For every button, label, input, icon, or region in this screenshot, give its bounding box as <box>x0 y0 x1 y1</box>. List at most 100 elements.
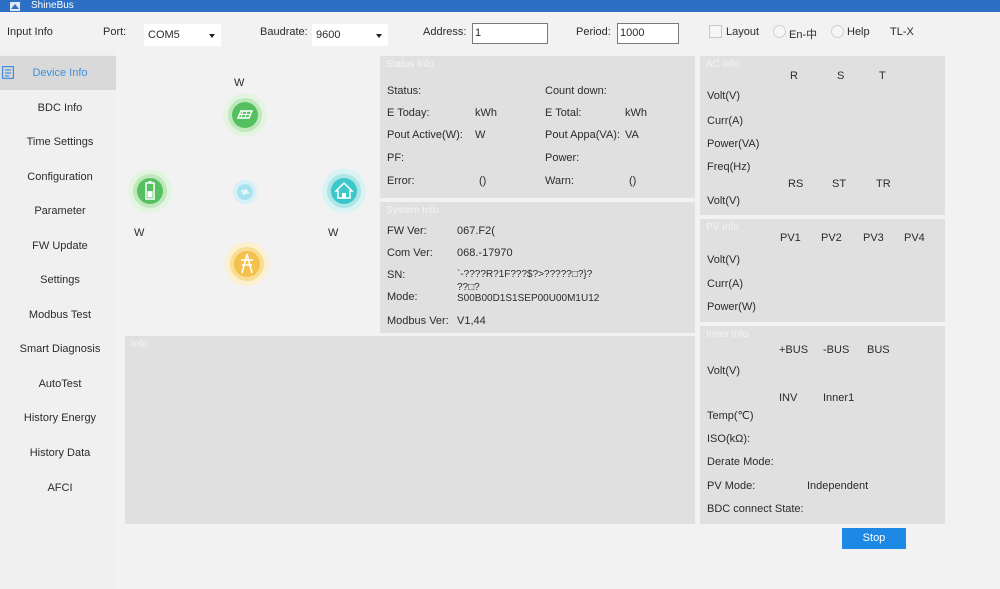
chevron-down-icon <box>376 34 382 38</box>
baudrate-value: 9600 <box>316 29 341 41</box>
inner-iso-label: ISO(kΩ): <box>707 433 751 445</box>
inner-col-pbus: +BUS <box>779 344 809 356</box>
input-info-bar: Input Info Port: COM5 Baudrate: 9600 Add… <box>0 12 1000 51</box>
pv-curr-label: Curr(A) <box>707 278 744 290</box>
error-label: Error: <box>387 175 415 187</box>
load-power-unit: W <box>328 227 339 239</box>
com-ver-value: 068.-17970 <box>457 247 513 259</box>
modbus-ver-value: V1,44 <box>457 315 486 327</box>
ac-col-t: T <box>879 70 886 82</box>
pv-volt-label: Volt(V) <box>707 254 741 266</box>
status-info-panel: Status Info Status: Count down: E Today:… <box>380 56 695 198</box>
sidebar-item-label: Settings <box>40 274 80 286</box>
inverter-icon <box>233 180 257 204</box>
ac-info-panel: AC Info R S T Volt(V) Curr(A) Power(VA) … <box>700 56 945 215</box>
sidebar-item-history-energy[interactable]: History Energy <box>0 401 116 435</box>
etoday-label: E Today: <box>387 107 430 119</box>
layout-checkbox[interactable] <box>709 25 722 38</box>
sidebar-item-fw-update[interactable]: FW Update <box>0 229 116 263</box>
sidebar-item-autotest[interactable]: AutoTest <box>0 367 116 401</box>
sn-value-line2: ??□? <box>457 282 480 293</box>
inner-bdc-state-label: BDC connect State: <box>707 503 804 515</box>
sidebar-item-parameter[interactable]: Parameter <box>0 194 116 228</box>
inner-info-panel: Inner Info +BUS -BUS BUS Volt(V) INV Inn… <box>700 326 945 524</box>
ac-volt-label: Volt(V) <box>707 90 741 102</box>
address-label: Address: <box>423 26 467 38</box>
fw-ver-label: FW Ver: <box>387 225 427 237</box>
sidebar-item-afci[interactable]: AFCI <box>0 471 116 505</box>
sidebar-item-label: Device Info <box>32 67 88 79</box>
sidebar-item-label: Smart Diagnosis <box>19 343 101 355</box>
mode-value: S00B00D1S1SEP00U00M1U12 <box>457 293 600 304</box>
ac-freq-label: Freq(Hz) <box>707 161 751 173</box>
stop-button[interactable]: Stop <box>842 528 906 549</box>
sidebar-item-time-settings[interactable]: Time Settings <box>0 125 116 159</box>
pv-info-title: PV Info <box>706 222 739 233</box>
sidebar-item-configuration[interactable]: Configuration <box>0 160 116 194</box>
port-label: Port: <box>103 26 127 38</box>
system-info-panel: System Info FW Ver: 067.F2( Com Ver: 068… <box>380 202 695 333</box>
language-radio[interactable] <box>773 25 786 38</box>
sidebar: Device Info BDC Info Time Settings Confi… <box>0 51 116 589</box>
sidebar-item-device-info[interactable]: Device Info <box>0 56 116 90</box>
sidebar-item-modbus-test[interactable]: Modbus Test <box>0 298 116 332</box>
ac-volt-line-label: Volt(V) <box>707 195 741 207</box>
sidebar-item-label: BDC Info <box>37 102 83 114</box>
pout-appa-unit: VA <box>625 129 639 141</box>
pv-info-panel: PV Info PV1 PV2 PV3 PV4 Volt(V) Curr(A) … <box>700 219 945 322</box>
home-load-icon <box>322 169 366 213</box>
inner-derate-label: Derate Mode: <box>707 456 774 468</box>
sn-label: SN: <box>387 269 406 281</box>
input-info-label: Input Info <box>7 26 53 38</box>
info-panel: Info <box>125 336 695 524</box>
inner-col-nbus: -BUS <box>823 344 850 356</box>
solar-panel-icon <box>223 93 267 137</box>
battery-icon <box>128 169 172 213</box>
inner-pvmode-label: PV Mode: <box>707 480 756 492</box>
sidebar-item-smart-diagnosis[interactable]: Smart Diagnosis <box>0 332 116 366</box>
inner-col-bus: BUS <box>867 344 890 356</box>
layout-label: Layout <box>726 26 760 38</box>
language-label[interactable]: En-中 <box>789 26 817 42</box>
sidebar-item-label: Parameter <box>34 205 86 217</box>
baudrate-select[interactable]: 9600 <box>312 24 388 46</box>
pv-col-pv2: PV2 <box>821 232 842 244</box>
title-bar: ShineBus <box>0 0 1000 12</box>
ac-col-s: S <box>837 70 845 82</box>
sidebar-item-settings[interactable]: Settings <box>0 263 116 297</box>
sn-value: `-????R?1F???$?>?????□?}? <box>457 269 593 280</box>
inner-col-inner1: Inner1 <box>823 392 855 404</box>
inner-col-inv: INV <box>779 392 798 404</box>
period-input[interactable]: 1000 <box>617 23 679 44</box>
power-label: Power: <box>545 152 580 164</box>
port-value: COM5 <box>148 29 180 41</box>
warn-value: () <box>629 175 637 187</box>
sidebar-item-history-data[interactable]: History Data <box>0 436 116 470</box>
sidebar-item-label: Configuration <box>27 171 93 183</box>
address-input[interactable]: 1 <box>472 23 548 44</box>
sidebar-item-label: FW Update <box>32 240 88 252</box>
sidebar-item-label: History Data <box>29 447 91 459</box>
inner-pvmode-value: Independent <box>807 480 869 492</box>
model-label: TL-X <box>890 26 914 38</box>
chevron-down-icon <box>209 34 215 38</box>
etoday-unit: kWh <box>475 107 497 119</box>
help-radio[interactable] <box>831 25 844 38</box>
pv-col-pv3: PV3 <box>863 232 884 244</box>
error-value: () <box>479 175 487 187</box>
modbus-ver-label: Modbus Ver: <box>387 315 449 327</box>
sidebar-item-label: AFCI <box>47 482 73 494</box>
battery-power-unit: W <box>134 227 145 239</box>
status-label: Status: <box>387 85 422 97</box>
app-logo-icon <box>10 2 20 11</box>
sidebar-item-bdc-info[interactable]: BDC Info <box>0 91 116 125</box>
sidebar-item-label: History Energy <box>23 412 97 424</box>
com-ver-label: Com Ver: <box>387 247 433 259</box>
port-select[interactable]: COM5 <box>144 24 221 46</box>
pv-power-unit: W <box>234 77 245 89</box>
sidebar-item-label: Time Settings <box>26 136 94 148</box>
period-label: Period: <box>576 26 611 38</box>
help-label[interactable]: Help <box>847 26 870 38</box>
energy-flow-diagram: W W W <box>116 56 378 330</box>
inner-volt-label: Volt(V) <box>707 365 741 377</box>
